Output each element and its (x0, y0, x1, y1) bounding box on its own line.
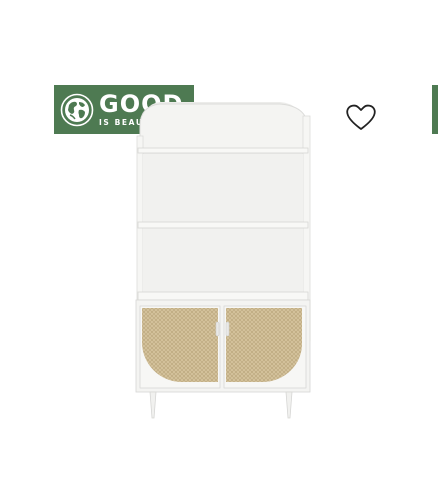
globe-icon (60, 93, 94, 126)
product-card[interactable]: GOOD IS BEAUTIFUL (0, 0, 438, 480)
next-card-badge-edge (432, 85, 438, 134)
heart-outline-icon (346, 104, 376, 130)
product-image[interactable] (120, 96, 320, 426)
wishlist-button[interactable] (344, 101, 378, 133)
